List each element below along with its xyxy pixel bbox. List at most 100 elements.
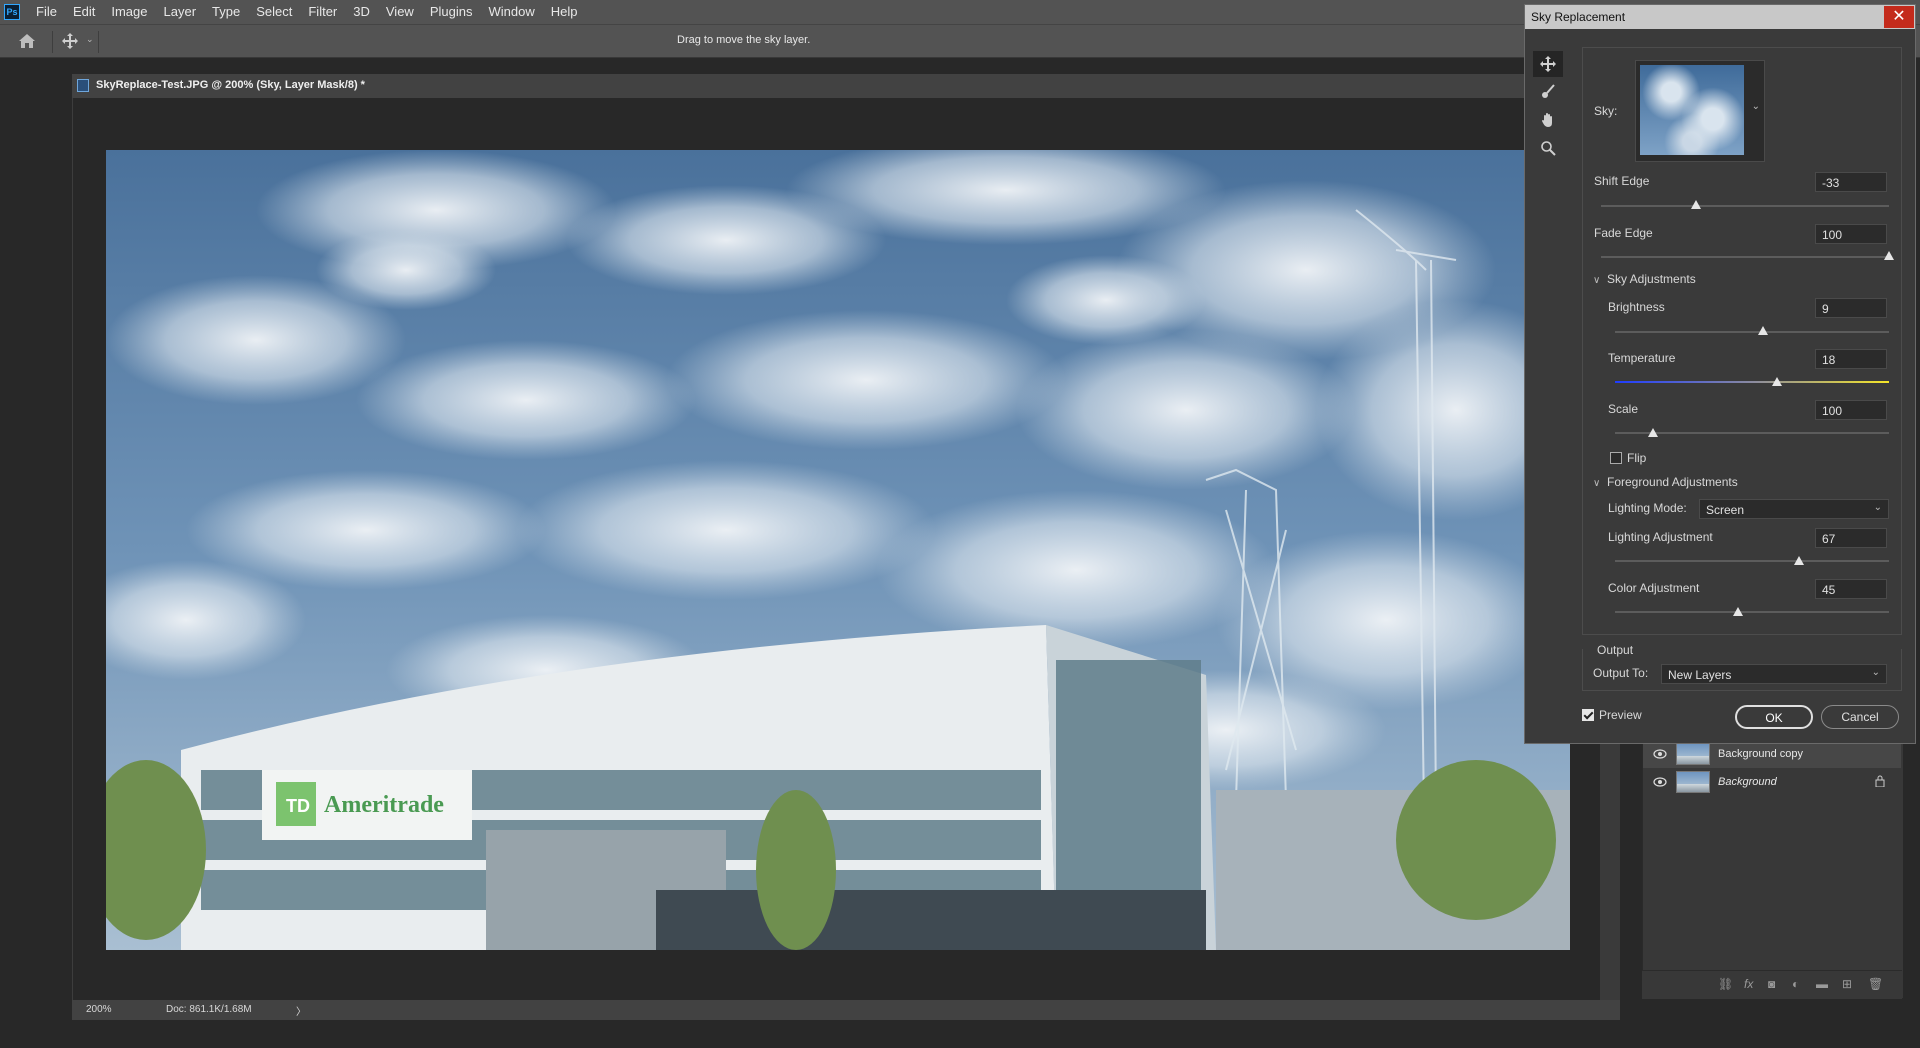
new-layer-icon[interactable]: ⊞ [1842,977,1852,991]
menu-3d[interactable]: 3D [345,0,378,24]
color-adjustment-slider[interactable] [1615,611,1889,613]
fade-edge-slider-thumb[interactable] [1884,251,1894,260]
add-mask-icon[interactable]: ◙ [1768,977,1775,991]
move-sky-tool-icon[interactable] [1533,51,1563,77]
shift-edge-input[interactable]: -33 [1815,172,1887,192]
menu-plugins[interactable]: Plugins [422,0,481,24]
dialog-title-bar[interactable]: Sky Replacement ✕ [1525,5,1915,29]
adjustment-layer-icon[interactable]: ◐ [1792,977,1799,991]
hand-tool-icon[interactable] [1533,107,1563,133]
lighting-adjustment-slider[interactable] [1615,560,1889,562]
sky-preset-selector[interactable]: ⌄ [1635,60,1765,162]
menu-filter[interactable]: Filter [300,0,345,24]
scale-label: Scale [1608,402,1639,416]
menu-help[interactable]: Help [543,0,586,24]
document-title: SkyReplace-Test.JPG @ 200% (Sky, Layer M… [96,79,365,91]
status-menu-arrow[interactable]: 〉 [296,1003,306,1018]
fx-icon[interactable]: fx [1744,977,1753,991]
foreground-adjustments-section[interactable]: ∨ Foreground Adjustments [1593,475,1738,489]
chevron-down-icon[interactable]: ⌄ [1752,101,1760,112]
lighting-adjustment-slider-thumb[interactable] [1793,556,1804,565]
temperature-label: Temperature [1608,351,1676,365]
chevron-down-icon[interactable]: ⌄ [86,34,94,45]
sky-thumbnail[interactable] [1640,65,1744,155]
tool-hint: Drag to move the sky layer. [677,34,811,46]
sky-adjustments-section[interactable]: ∨ Sky Adjustments [1593,272,1696,286]
eye-icon[interactable] [1653,775,1667,789]
output-to-label: Output To: [1593,666,1649,680]
menu-select[interactable]: Select [248,0,300,24]
menu-type[interactable]: Type [204,0,248,24]
lighting-adjustment-input[interactable]: 67 [1815,528,1887,548]
shift-edge-slider[interactable] [1601,205,1889,207]
flip-checkbox[interactable] [1610,452,1622,464]
scale-slider-thumb[interactable] [1648,428,1659,437]
flip-label: Flip [1627,451,1647,465]
preview-checkbox[interactable] [1582,709,1594,721]
temperature-input[interactable]: 18 [1815,349,1887,369]
menu-layer[interactable]: Layer [156,0,205,24]
file-icon [77,79,89,92]
lighting-mode-value: Screen [1706,503,1745,517]
brightness-label: Brightness [1608,300,1665,314]
output-to-select[interactable]: New Layers ⌄ [1661,664,1887,684]
lighting-mode-label: Lighting Mode: [1608,501,1687,515]
sky-label: Sky: [1594,104,1618,118]
layers-panel-footer: ⛓ fx ◙ ◐ ▬ ⊞ 🗑 [1642,970,1902,999]
lock-icon[interactable] [1875,775,1885,788]
sky-brush-tool-icon[interactable] [1533,79,1563,105]
menu-window[interactable]: Window [480,0,542,24]
canvas-image[interactable]: TD Ameritrade [106,150,1570,950]
move-tool-icon[interactable] [62,33,78,49]
folder-icon[interactable]: ▬ [1816,977,1828,991]
shift-edge-slider-thumb[interactable] [1691,200,1702,209]
zoom-level[interactable]: 200% [86,1004,112,1015]
chevron-down-icon: ⌄ [1871,667,1880,678]
color-adjustment-slider-thumb[interactable] [1733,607,1744,616]
chevron-down-icon: ∨ [1593,478,1601,489]
color-adjustment-label: Color Adjustment [1608,581,1700,595]
zoom-tool-icon[interactable] [1533,135,1563,161]
layer-row[interactable]: Background copy [1643,740,1901,768]
lighting-adjustment-label: Lighting Adjustment [1608,530,1713,544]
menu-edit[interactable]: Edit [65,0,103,24]
home-icon[interactable] [18,33,36,49]
layer-row[interactable]: Background [1643,768,1901,796]
color-adjustment-input[interactable]: 45 [1815,579,1887,599]
scale-input[interactable]: 100 [1815,400,1887,420]
document-tab[interactable]: SkyReplace-Test.JPG @ 200% (Sky, Layer M… [72,74,1620,98]
cancel-button[interactable]: Cancel [1821,705,1899,729]
temperature-slider[interactable] [1615,381,1889,383]
trash-icon[interactable]: 🗑 [1868,977,1883,991]
brightness-slider[interactable] [1615,331,1889,333]
sign-logo: TD [286,796,310,816]
chevron-down-icon: ⌄ [1873,502,1882,513]
layer-name: Background [1718,776,1777,788]
brightness-slider-thumb[interactable] [1757,326,1768,335]
menu-file[interactable]: File [28,0,65,24]
temperature-slider-thumb[interactable] [1771,377,1782,386]
dialog-settings-panel: Sky: ⌄ Shift Edge -33 Fade Edge 100 ∨ Sky… [1582,47,1902,635]
sky-replacement-dialog: Sky Replacement ✕ Sky: ⌄ Shift Edge -33 … [1524,4,1916,744]
fade-edge-label: Fade Edge [1594,226,1653,240]
ok-button[interactable]: OK [1735,705,1813,729]
close-icon[interactable]: ✕ [1884,6,1914,28]
brightness-input[interactable]: 9 [1815,298,1887,318]
fade-edge-slider[interactable] [1601,256,1889,258]
photoshop-logo-icon[interactable]: Ps [4,4,20,20]
dialog-toolstrip [1533,43,1563,173]
status-bar: 200% Doc: 861.1K/1.68M 〉 [72,1000,1620,1020]
layers-panel: Background copy Background [1642,740,1903,998]
lighting-mode-select[interactable]: Screen ⌄ [1699,499,1889,519]
preview-label: Preview [1599,708,1642,722]
link-layers-icon[interactable]: ⛓ [1718,977,1733,991]
menu-view[interactable]: View [378,0,422,24]
layer-name: Background copy [1718,748,1803,760]
chevron-down-icon: ∨ [1593,275,1601,286]
fade-edge-input[interactable]: 100 [1815,224,1887,244]
menu-image[interactable]: Image [103,0,155,24]
output-to-value: New Layers [1668,668,1732,682]
eye-icon[interactable] [1653,747,1667,761]
sky-adjustments-header: Sky Adjustments [1607,272,1696,286]
sign-text: Ameritrade [324,792,444,818]
